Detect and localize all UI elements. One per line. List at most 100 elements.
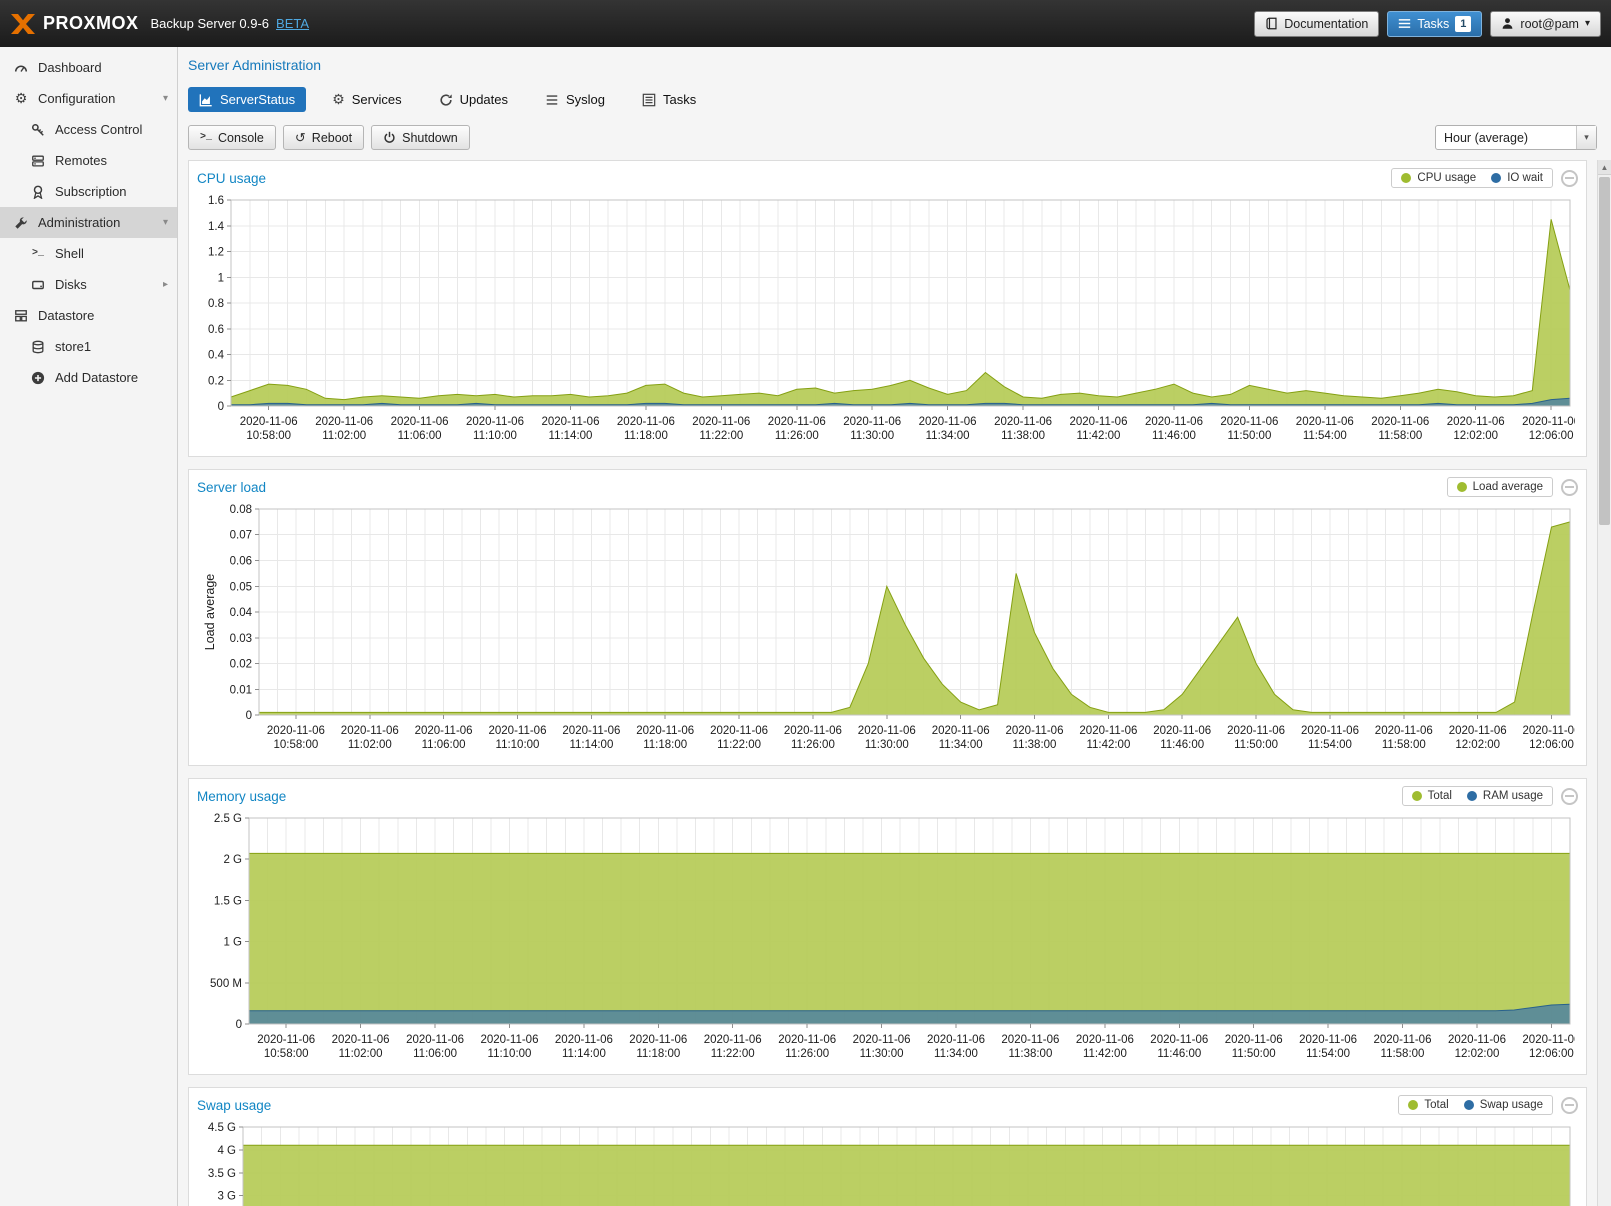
select-trigger-icon: ▾ (1576, 126, 1596, 149)
user-menu-button[interactable]: root@pam ▾ (1490, 11, 1601, 37)
sidebar-item-dashboard[interactable]: Dashboard (0, 52, 177, 83)
svg-text:11:26:00: 11:26:00 (791, 739, 835, 751)
svg-text:2020-11-06: 2020-11-06 (406, 1034, 464, 1046)
svg-text:2020-11-06: 2020-11-06 (1447, 416, 1505, 428)
sidebar-item-store1[interactable]: store1 (0, 331, 177, 362)
page-title: Server Administration (188, 57, 1597, 73)
sidebar-item-add-datastore[interactable]: Add Datastore (0, 362, 177, 393)
scrollbar-up-button[interactable]: ▲ (1598, 160, 1611, 175)
chart-title: Memory usage (197, 789, 286, 804)
svg-text:11:14:00: 11:14:00 (569, 739, 613, 751)
svg-text:2020-11-06: 2020-11-06 (1374, 1034, 1432, 1046)
tasks-button[interactable]: Tasks 1 (1387, 11, 1482, 37)
tab-services[interactable]: ⚙ Services (321, 86, 412, 113)
refresh-icon (439, 93, 453, 107)
svg-text:2020-11-06: 2020-11-06 (617, 416, 675, 428)
console-button[interactable]: >_ Console (188, 125, 276, 150)
time-interval-select[interactable]: Hour (average) ▾ (1435, 125, 1597, 150)
tab-serverstatus[interactable]: ServerStatus (188, 87, 306, 112)
gears-icon: ⚙ (332, 91, 345, 108)
cpu-usage-chart: 00.20.40.60.811.21.41.62020-11-0610:58:0… (197, 192, 1578, 450)
svg-text:2020-11-06: 2020-11-06 (415, 725, 473, 737)
svg-text:11:38:00: 11:38:00 (1001, 430, 1045, 442)
sidebar-item-subscription[interactable]: Subscription (0, 176, 177, 207)
svg-text:3.5 G: 3.5 G (208, 1168, 236, 1180)
svg-text:Load average: Load average (203, 574, 217, 651)
collapse-icon[interactable] (1561, 1097, 1578, 1114)
svg-text:2020-11-06: 2020-11-06 (919, 416, 977, 428)
svg-text:2020-11-06: 2020-11-06 (1070, 416, 1128, 428)
legend-dot (1467, 791, 1477, 801)
reboot-button[interactable]: ↺ Reboot (283, 125, 364, 150)
vertical-scrollbar[interactable]: ▲ (1597, 160, 1611, 1206)
sidebar-item-datastore[interactable]: Datastore (0, 300, 177, 331)
collapse-icon[interactable] (1561, 479, 1578, 496)
svg-text:0.05: 0.05 (230, 581, 252, 593)
sidebar-item-shell[interactable]: >_ Shell (0, 238, 177, 269)
svg-text:2020-11-06: 2020-11-06 (1079, 725, 1137, 737)
svg-text:2 G: 2 G (223, 854, 242, 866)
proxmox-x-icon (10, 13, 36, 35)
chevron-down-icon: ▾ (163, 217, 168, 228)
tools-icon (12, 216, 30, 230)
sidebar-item-disks[interactable]: Disks ▸ (0, 269, 177, 300)
svg-text:2020-11-06: 2020-11-06 (843, 416, 901, 428)
svg-text:2020-11-06: 2020-11-06 (489, 725, 547, 737)
svg-text:11:06:00: 11:06:00 (398, 430, 442, 442)
svg-text:0: 0 (218, 401, 224, 413)
svg-text:11:42:00: 11:42:00 (1086, 739, 1130, 751)
add-circle-icon (29, 371, 47, 385)
svg-text:2020-11-06: 2020-11-06 (704, 1034, 762, 1046)
svg-text:2020-11-06: 2020-11-06 (341, 725, 399, 737)
svg-text:2020-11-06: 2020-11-06 (562, 725, 620, 737)
svg-text:2020-11-06: 2020-11-06 (542, 416, 600, 428)
svg-text:11:58:00: 11:58:00 (1382, 739, 1426, 751)
brand-name: PROXMOX (43, 13, 139, 34)
sidebar-item-administration[interactable]: Administration ▾ (0, 207, 177, 238)
svg-text:2020-11-06: 2020-11-06 (927, 1034, 985, 1046)
svg-text:0.01: 0.01 (230, 684, 252, 696)
header-actions: Documentation Tasks 1 root@pam ▾ (1254, 11, 1601, 37)
legend-dot (1408, 1100, 1418, 1110)
svg-text:0.04: 0.04 (230, 607, 253, 619)
certificate-icon (29, 185, 47, 199)
sidebar-item-access-control[interactable]: Access Control (0, 114, 177, 145)
svg-text:1: 1 (218, 272, 224, 284)
tab-bar: ServerStatus ⚙ Services Updates Syslog (188, 86, 1597, 113)
collapse-icon[interactable] (1561, 788, 1578, 805)
svg-text:11:30:00: 11:30:00 (850, 430, 894, 442)
svg-text:12:06:00: 12:06:00 (1529, 1048, 1574, 1060)
svg-text:2020-11-06: 2020-11-06 (1145, 416, 1203, 428)
reboot-icon: ↺ (295, 130, 306, 146)
sidebar-item-configuration[interactable]: ⚙ Configuration ▾ (0, 83, 177, 114)
chart-legend: Total RAM usage (1402, 786, 1553, 806)
svg-text:11:02:00: 11:02:00 (322, 430, 366, 442)
proxmox-logo: PROXMOX (10, 13, 139, 35)
svg-text:0.6: 0.6 (208, 324, 224, 336)
svg-text:11:42:00: 11:42:00 (1077, 430, 1121, 442)
svg-text:2020-11-06: 2020-11-06 (768, 416, 826, 428)
legend-dot (1457, 482, 1467, 492)
tab-tasks[interactable]: Tasks (631, 87, 707, 112)
shutdown-button[interactable]: Shutdown (371, 125, 470, 150)
svg-text:12:02:00: 12:02:00 (1455, 739, 1500, 751)
svg-text:2020-11-06: 2020-11-06 (1153, 725, 1211, 737)
legend-item: Total (1412, 790, 1452, 802)
tab-updates[interactable]: Updates (428, 87, 519, 112)
sidebar-item-remotes[interactable]: Remotes (0, 145, 177, 176)
chevron-down-icon: ▾ (1585, 18, 1590, 29)
svg-text:11:02:00: 11:02:00 (348, 739, 392, 751)
svg-text:0: 0 (246, 710, 252, 722)
svg-text:11:34:00: 11:34:00 (926, 430, 970, 442)
chart-panels: CPU usage CPU usage IO wait 00.20.40.60.… (188, 160, 1587, 1206)
beta-link[interactable]: BETA (276, 16, 309, 31)
documentation-button[interactable]: Documentation (1254, 11, 1379, 37)
tab-syslog[interactable]: Syslog (534, 87, 616, 112)
terminal-icon: >_ (200, 132, 212, 143)
gears-icon: ⚙ (12, 90, 30, 107)
svg-text:2020-11-06: 2020-11-06 (1076, 1034, 1134, 1046)
scrollbar-thumb[interactable] (1599, 177, 1610, 525)
svg-text:0: 0 (236, 1019, 242, 1031)
collapse-icon[interactable] (1561, 170, 1578, 187)
svg-text:2.5 G: 2.5 G (214, 813, 242, 825)
